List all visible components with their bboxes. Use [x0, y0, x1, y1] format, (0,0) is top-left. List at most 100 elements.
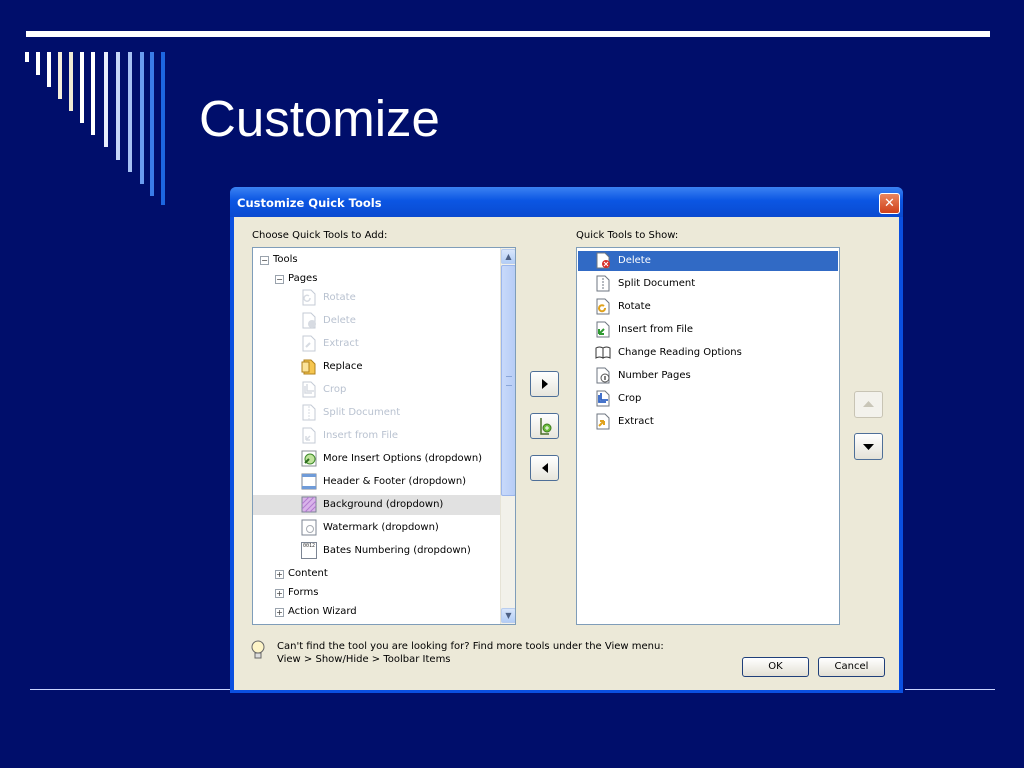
tree-item-replace[interactable]: Replace [253, 357, 500, 377]
add-separator-button[interactable] [530, 413, 559, 439]
quick-tool-item-delete[interactable]: Delete [578, 251, 838, 271]
tree-item-insert-from-file[interactable]: Insert from File [253, 426, 500, 446]
quick-tool-label: Crop [618, 393, 642, 404]
arrow-right-icon [542, 379, 548, 389]
move-up-button[interactable] [854, 391, 883, 418]
quick-tool-label: Insert from File [618, 324, 694, 335]
add-tools-label: Choose Quick Tools to Add: [252, 230, 388, 241]
rotate-icon [596, 298, 610, 315]
tree-item-label: Header & Footer (dropdown) [323, 476, 467, 487]
split-document-icon [302, 404, 316, 421]
book-icon [595, 346, 611, 359]
tree-item-label: Replace [323, 361, 363, 372]
tree-item-delete[interactable]: Delete [253, 311, 500, 331]
tools-tree[interactable]: − Tools − Pages Rotate Delete Extract Re… [252, 247, 516, 625]
tree-item-extract[interactable]: Extract [253, 334, 500, 354]
tree-node-label: Forms [288, 587, 319, 598]
bottom-rule [30, 689, 230, 690]
number-pages-icon [596, 367, 610, 384]
expand-icon[interactable]: + [275, 608, 284, 617]
quick-tool-label: Number Pages [618, 370, 691, 381]
customize-quick-tools-dialog: Customize Quick Tools ✕ Choose Quick Too… [230, 187, 903, 693]
extract-icon [302, 335, 316, 352]
cancel-button[interactable]: Cancel [818, 657, 885, 677]
tree-item-label: Insert from File [323, 430, 399, 441]
tree-item-split-document[interactable]: Split Document [253, 403, 500, 423]
arrow-up-icon [863, 401, 874, 407]
tree-item-label: More Insert Options (dropdown) [323, 453, 483, 464]
insert-from-file-icon [302, 427, 316, 444]
quick-tool-item-change-reading-options[interactable]: Change Reading Options [578, 343, 838, 363]
background-icon [301, 496, 317, 513]
bates-numbering-icon: 0012 [301, 542, 317, 559]
rotate-icon [302, 289, 316, 306]
tree-item-header-footer[interactable]: Header & Footer (dropdown) [253, 472, 500, 492]
quick-tool-label: Rotate [618, 301, 651, 312]
crop-icon [302, 381, 316, 398]
quick-tools-list[interactable]: Delete Split Document Rotate Insert from… [576, 247, 840, 625]
delete-page-icon [302, 312, 316, 329]
close-icon: ✕ [884, 196, 895, 211]
tree-node-forms[interactable]: + Forms [253, 583, 500, 603]
ok-button[interactable]: OK [742, 657, 809, 677]
watermark-icon [301, 519, 317, 536]
tree-item-label: Split Document [323, 407, 401, 418]
tree-item-watermark[interactable]: Watermark (dropdown) [253, 518, 500, 538]
collapse-icon[interactable]: − [260, 256, 269, 265]
collapse-icon[interactable]: − [275, 275, 284, 284]
tree-node-content[interactable]: + Content [253, 564, 500, 584]
tree-item-label: Background (dropdown) [323, 499, 444, 510]
tree-scrollbar[interactable]: ▲ ▼ [500, 248, 515, 624]
tree-node-tools[interactable]: − Tools [253, 250, 500, 270]
tree-item-crop[interactable]: Crop [253, 380, 500, 400]
extract-icon [596, 413, 610, 430]
top-rule [26, 31, 990, 37]
tree-item-label: Crop [323, 384, 347, 395]
tree-item-bates-numbering[interactable]: 0012 Bates Numbering (dropdown) [253, 541, 500, 561]
tree-item-label: Extract [323, 338, 359, 349]
remove-tool-button[interactable] [530, 455, 559, 481]
quick-tool-item-insert-from-file[interactable]: Insert from File [578, 320, 838, 340]
tree-item-label: Bates Numbering (dropdown) [323, 545, 471, 556]
tree-node-label: Action Wizard [288, 606, 357, 617]
lightbulb-icon [251, 640, 265, 659]
tree-item-more-insert-options[interactable]: More Insert Options (dropdown) [253, 449, 500, 469]
dialog-title: Customize Quick Tools [237, 196, 382, 210]
move-down-button[interactable] [854, 433, 883, 460]
scroll-up-button[interactable]: ▲ [501, 249, 515, 264]
tree-node-label: Content [288, 568, 328, 579]
tree-item-label: Rotate [323, 292, 356, 303]
scroll-down-button[interactable]: ▼ [501, 608, 515, 623]
tree-item-background[interactable]: Background (dropdown) [253, 495, 500, 515]
tree-node-pages[interactable]: − Pages [253, 269, 500, 289]
scroll-thumb[interactable] [501, 265, 515, 496]
hint-text: Can't find the tool you are looking for?… [277, 641, 664, 665]
tree-item-label: Watermark (dropdown) [323, 522, 439, 533]
delete-page-icon [596, 252, 610, 269]
close-button[interactable]: ✕ [879, 193, 900, 214]
tree-item-label: Delete [323, 315, 356, 326]
add-tool-button[interactable] [530, 371, 559, 397]
quick-tool-item-number-pages[interactable]: Number Pages [578, 366, 838, 386]
tree-item-rotate[interactable]: Rotate [253, 288, 500, 308]
arrow-down-icon [863, 444, 874, 450]
bottom-rule [905, 689, 995, 690]
replace-icon [301, 359, 316, 375]
show-tools-label: Quick Tools to Show: [576, 230, 679, 241]
quick-tool-label: Split Document [618, 278, 696, 289]
quick-tool-label: Delete [618, 255, 651, 266]
quick-tool-item-crop[interactable]: Crop [578, 389, 838, 409]
expand-icon[interactable]: + [275, 570, 284, 579]
split-document-icon [596, 275, 610, 292]
crop-icon [596, 390, 610, 407]
quick-tool-item-split-document[interactable]: Split Document [578, 274, 838, 294]
quick-tool-item-extract[interactable]: Extract [578, 412, 838, 432]
arrow-left-icon [542, 463, 548, 473]
quick-tool-label: Extract [618, 416, 654, 427]
tree-node-label: Tools [273, 254, 298, 265]
expand-icon[interactable]: + [275, 589, 284, 598]
tree-node-action-wizard[interactable]: + Action Wizard [253, 602, 500, 622]
dialog-client-area: Choose Quick Tools to Add: Quick Tools t… [234, 217, 899, 690]
quick-tool-item-rotate[interactable]: Rotate [578, 297, 838, 317]
dialog-title-bar[interactable]: Customize Quick Tools ✕ [230, 187, 903, 217]
